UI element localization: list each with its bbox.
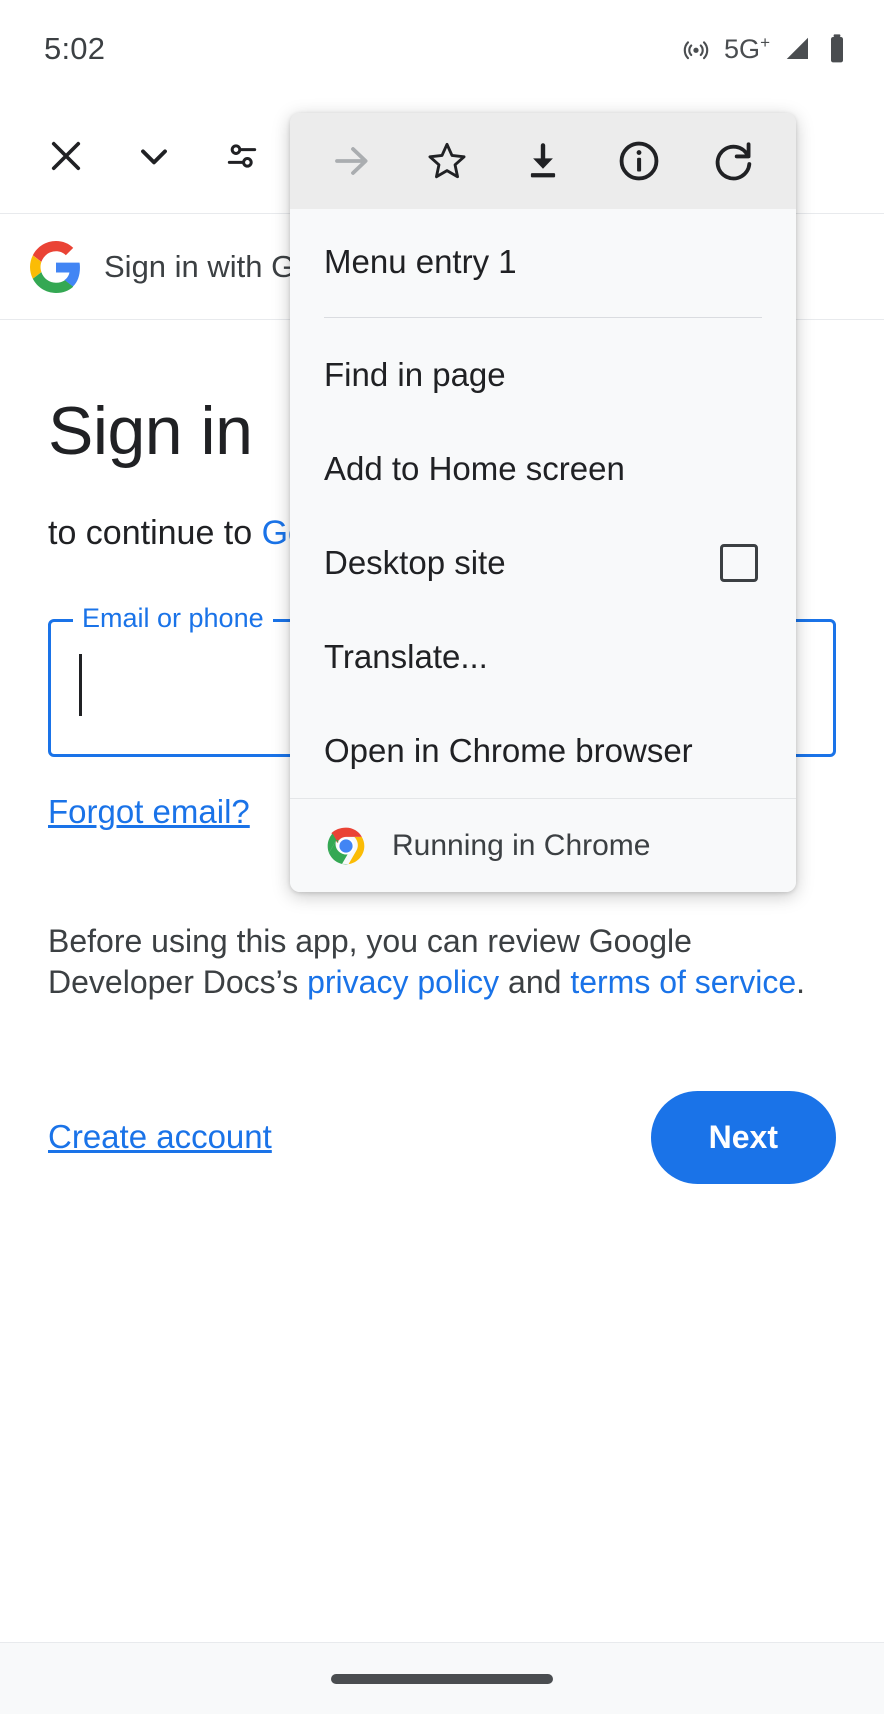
- forward-arrow-icon: [328, 137, 376, 185]
- close-icon: [45, 135, 87, 177]
- desktop-site-checkbox[interactable]: [720, 544, 758, 582]
- running-in-chrome-label: Running in Chrome: [392, 828, 651, 862]
- menu-item-add-to-home-screen[interactable]: Add to Home screen: [290, 422, 796, 516]
- menu-item-menu-entry-1[interactable]: Menu entry 1: [290, 215, 796, 309]
- battery-icon: [826, 33, 848, 65]
- refresh-button[interactable]: [696, 123, 772, 199]
- legal-text: Before using this app, you can review Go…: [48, 921, 836, 1003]
- menu-item-find-in-page[interactable]: Find in page: [290, 328, 796, 422]
- page-actions: Create account Next: [48, 1090, 836, 1184]
- chevron-down-icon: [132, 134, 176, 178]
- bookmark-star-icon: [424, 138, 470, 184]
- menu-item-open-in-chrome-browser[interactable]: Open in Chrome browser: [290, 704, 796, 798]
- status-icon-group: 5G+: [681, 33, 848, 65]
- forward-button[interactable]: [314, 123, 390, 199]
- phone-screen: 5:02 5G+ Sign in with Google Sign in to …: [0, 0, 884, 1714]
- menu-item-label: Open in Chrome browser: [324, 732, 693, 769]
- legal-suffix: .: [796, 963, 806, 1000]
- site-settings-button[interactable]: [198, 112, 286, 200]
- network-type-label: 5G+: [724, 33, 770, 64]
- chrome-logo-icon: [324, 824, 368, 868]
- menu-separator: [324, 317, 762, 318]
- overflow-menu: Menu entry 1 Find in page Add to Home sc…: [290, 113, 796, 892]
- signal-icon: [783, 34, 813, 64]
- forgot-email-link[interactable]: Forgot email?: [48, 793, 250, 831]
- download-icon: [521, 139, 565, 183]
- menu-item-translate[interactable]: Translate...: [290, 610, 796, 704]
- page-info-icon: [616, 138, 662, 184]
- next-button[interactable]: Next: [650, 1090, 836, 1184]
- menu-footer: Running in Chrome: [290, 798, 796, 892]
- bookmark-button[interactable]: [409, 123, 485, 199]
- refresh-icon: [711, 138, 757, 184]
- legal-middle: and: [499, 963, 571, 1000]
- create-account-link[interactable]: Create account: [48, 1118, 272, 1156]
- menu-item-desktop-site[interactable]: Desktop site: [290, 516, 796, 610]
- menu-item-label: Translate...: [324, 638, 488, 675]
- minimize-button[interactable]: [110, 112, 198, 200]
- hotspot-icon: [681, 34, 711, 64]
- menu-item-list: Menu entry 1 Find in page Add to Home sc…: [290, 209, 796, 798]
- menu-item-label: Menu entry 1: [324, 243, 517, 280]
- home-gesture-handle[interactable]: [331, 1673, 553, 1684]
- email-field-label: Email or phone: [73, 603, 273, 634]
- download-button[interactable]: [505, 123, 581, 199]
- status-time: 5:02: [44, 31, 106, 66]
- close-button[interactable]: [22, 112, 110, 200]
- google-g-logo-icon: [30, 241, 82, 293]
- menu-item-label: Find in page: [324, 356, 506, 393]
- tune-icon: [223, 137, 261, 175]
- page-info-button[interactable]: [601, 123, 677, 199]
- menu-item-label: Add to Home screen: [324, 450, 625, 487]
- text-caret: [79, 654, 82, 716]
- status-bar: 5:02 5G+: [0, 0, 884, 98]
- terms-of-service-link[interactable]: terms of service: [570, 964, 796, 1000]
- subtitle-prefix: to continue to: [48, 514, 262, 552]
- menu-icon-row: [290, 113, 796, 209]
- privacy-policy-link[interactable]: privacy policy: [307, 964, 499, 1000]
- menu-item-label: Desktop site: [324, 544, 506, 581]
- system-navigation-bar: [0, 1642, 884, 1714]
